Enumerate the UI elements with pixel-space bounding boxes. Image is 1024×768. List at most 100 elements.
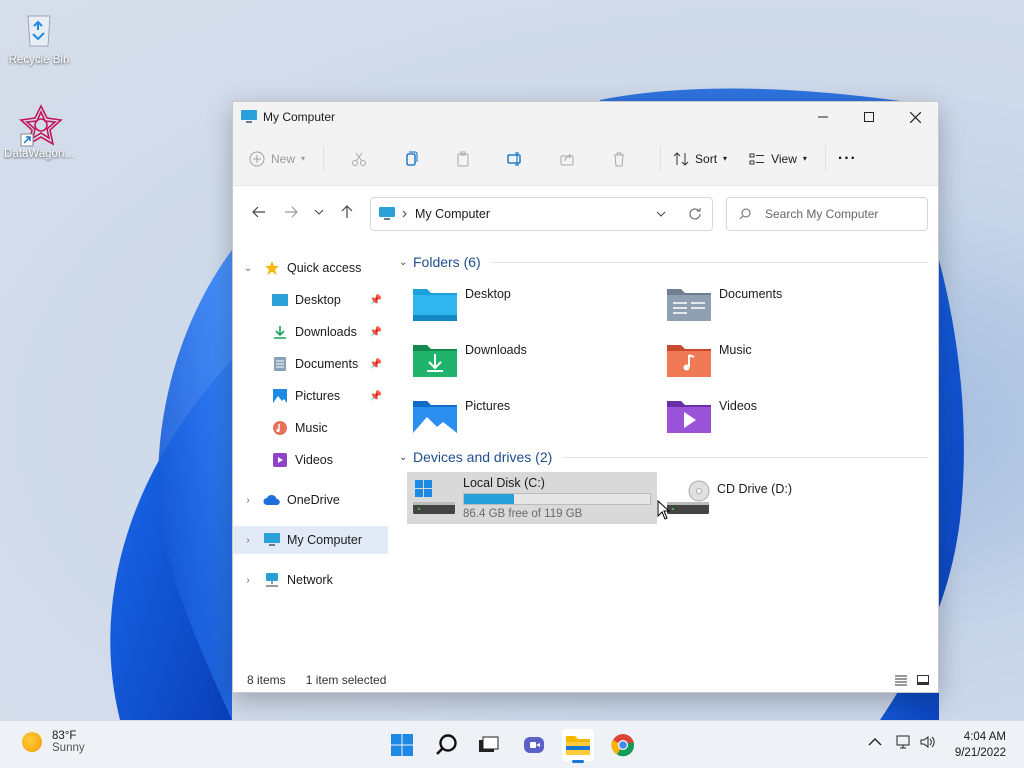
up-button[interactable]	[331, 197, 363, 227]
drive-name: CD Drive (D:)	[717, 482, 792, 496]
drives-group-header[interactable]: ⌄ Devices and drives (2)	[399, 446, 929, 468]
minimize-button[interactable]	[800, 102, 846, 132]
view-label: View	[771, 151, 797, 166]
nav-item-desktop[interactable]: Desktop 📌	[233, 286, 388, 314]
recent-locations-button[interactable]	[307, 197, 331, 227]
nav-label: Documents	[295, 357, 359, 371]
rename-button[interactable]	[492, 142, 538, 176]
address-bar[interactable]: My Computer	[370, 197, 713, 231]
pin-icon[interactable]: 📌	[370, 391, 382, 402]
close-button[interactable]	[892, 102, 938, 132]
chat-button[interactable]	[518, 729, 550, 761]
folder-downloads[interactable]: Downloads	[413, 339, 663, 389]
chevron-right-icon: ›	[246, 574, 250, 586]
group-divider	[490, 261, 929, 263]
chevron-down-icon: ▾	[723, 154, 728, 163]
search-taskbar-button[interactable]	[431, 729, 463, 761]
delete-button[interactable]	[596, 142, 642, 176]
nav-label: Network	[287, 573, 333, 587]
star-icon	[263, 260, 281, 276]
view-button[interactable]: View ▾	[749, 142, 807, 176]
chrome-icon	[611, 734, 635, 757]
pictures-folder-icon	[413, 401, 457, 433]
file-explorer-taskbar-button[interactable]	[562, 729, 594, 763]
folder-music[interactable]: Music	[667, 339, 917, 389]
content-pane: ⌄ Folders (6) Desktop Documents Download…	[399, 250, 929, 670]
volume-icon[interactable]	[920, 735, 936, 749]
computer-icon	[263, 532, 281, 548]
folder-videos[interactable]: Videos	[667, 395, 917, 445]
nav-quick-access[interactable]: ⌄ Quick access	[233, 254, 388, 282]
pin-icon[interactable]: 📌	[370, 359, 382, 370]
desktop-icon-label: DataWagon...	[4, 148, 74, 160]
weather-widget[interactable]: 83°F Sunny	[22, 730, 85, 754]
folder-name: Music	[719, 343, 752, 357]
nav-item-pictures[interactable]: Pictures 📌	[233, 382, 388, 410]
nav-item-documents[interactable]: Documents 📌	[233, 350, 388, 378]
back-arrow-icon	[252, 206, 265, 218]
chevron-down-icon: ▾	[802, 154, 807, 163]
address-path: My Computer	[415, 207, 491, 221]
minimize-icon	[818, 116, 828, 118]
search-box[interactable]: Search My Computer	[726, 197, 928, 231]
nav-my-computer[interactable]: › My Computer	[233, 526, 388, 554]
maximize-button[interactable]	[846, 102, 892, 132]
clock[interactable]: 4:04 AM 9/21/2022	[955, 729, 1006, 761]
nav-item-downloads[interactable]: Downloads 📌	[233, 318, 388, 346]
nav-onedrive[interactable]: › OneDrive	[233, 486, 388, 514]
network-status-icon[interactable]	[896, 735, 912, 749]
drive-usage-bar	[463, 493, 651, 505]
pin-icon[interactable]: 📌	[370, 295, 382, 306]
more-options-button[interactable]: ···	[838, 142, 857, 176]
new-button[interactable]: New ▾	[249, 142, 305, 176]
nav-item-music[interactable]: Music	[233, 414, 388, 442]
pin-icon[interactable]: 📌	[370, 327, 382, 338]
status-bar: 8 items 1 item selected	[233, 668, 938, 692]
show-hidden-icons-icon[interactable]	[868, 737, 882, 747]
task-view-button[interactable]	[472, 729, 504, 761]
drive-cd-d[interactable]: CD Drive (D:)	[661, 472, 861, 524]
group-divider	[562, 456, 929, 458]
sort-button[interactable]: Sort ▾	[673, 142, 727, 176]
drive-usage-fill	[464, 494, 515, 504]
system-tray	[868, 735, 936, 749]
large-icons-view-icon[interactable]	[916, 674, 930, 686]
chevron-right-icon	[402, 210, 407, 218]
folder-name: Downloads	[465, 343, 527, 357]
nav-label: Videos	[295, 453, 333, 467]
folders-group-header[interactable]: ⌄ Folders (6)	[399, 251, 929, 273]
title-bar[interactable]: My Computer	[233, 102, 938, 132]
desktop-icon-label: Recycle Bin	[8, 54, 70, 66]
weather-temp: 83°F	[52, 730, 77, 742]
video-icon	[271, 452, 289, 468]
back-button[interactable]	[243, 197, 275, 227]
file-explorer-window: My Computer New ▾ Sort ▾ View ▾ ··· My C…	[232, 101, 939, 693]
chrome-taskbar-button[interactable]	[607, 729, 639, 761]
folder-desktop[interactable]: Desktop	[413, 283, 663, 333]
nav-item-videos[interactable]: Videos	[233, 446, 388, 474]
folder-documents[interactable]: Documents	[667, 283, 917, 333]
start-button[interactable]	[386, 729, 418, 761]
window-title: My Computer	[263, 110, 336, 124]
folder-name: Documents	[719, 287, 783, 301]
refresh-icon[interactable]	[688, 207, 702, 221]
desktop-icon-datawagon[interactable]: DataWagon...	[1, 104, 77, 160]
chat-icon	[524, 737, 544, 753]
share-button[interactable]	[544, 142, 590, 176]
cut-button[interactable]	[336, 142, 382, 176]
chevron-down-icon: ⌄	[243, 262, 253, 274]
copy-button[interactable]	[388, 142, 434, 176]
desktop-icon-recycle-bin[interactable]: Recycle Bin	[1, 10, 77, 66]
forward-button[interactable]	[275, 197, 307, 227]
nav-network[interactable]: › Network	[233, 566, 388, 594]
paste-button[interactable]	[440, 142, 486, 176]
folder-pictures[interactable]: Pictures	[413, 395, 663, 445]
desktop-folder-icon	[413, 289, 457, 321]
running-indicator	[572, 760, 584, 763]
address-dropdown-icon[interactable]	[656, 211, 666, 217]
details-view-icon[interactable]	[894, 674, 908, 686]
command-bar: New ▾ Sort ▾ View ▾ ···	[233, 132, 938, 186]
folder-name: Pictures	[465, 399, 511, 413]
navigation-pane: ⌄ Quick access Desktop 📌 Downloads 📌 Doc…	[233, 250, 389, 670]
drive-local-disk-c[interactable]: Local Disk (C:) 86.4 GB free of 119 GB	[407, 472, 657, 524]
